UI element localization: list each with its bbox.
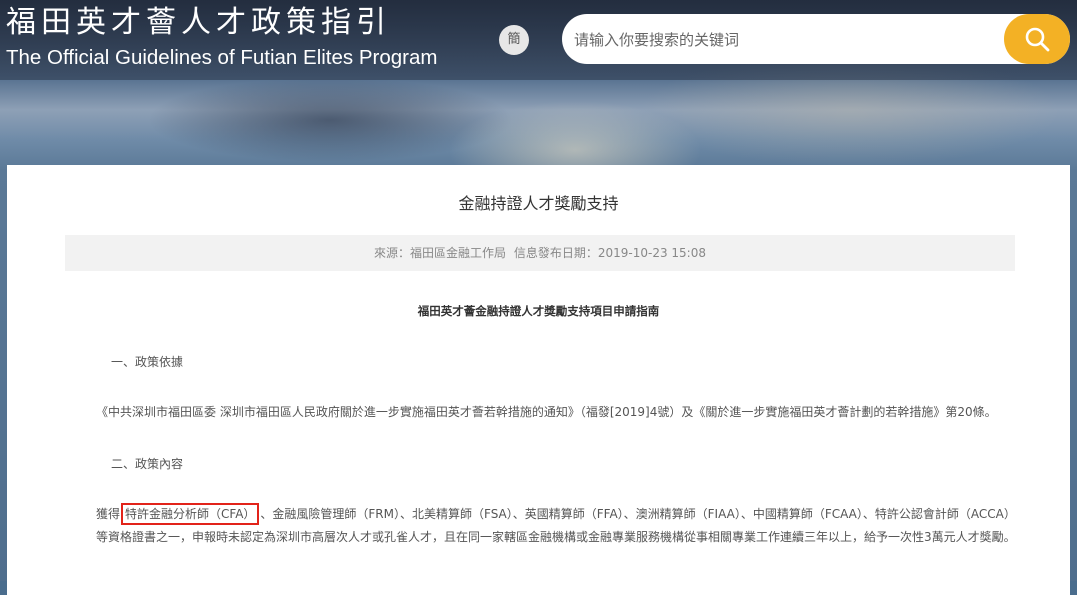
site-header: 福田英才薈人才政策指引 The Official Guidelines of F…	[0, 0, 1077, 80]
heading-policy-basis: 一、政策依據	[111, 355, 184, 369]
article-source: 來源：福田區金融工作局	[374, 246, 507, 260]
language-toggle-button[interactable]: 簡	[499, 25, 529, 55]
site-title-english[interactable]: The Official Guidelines of Futian Elites…	[6, 45, 437, 71]
policy-content-text: 獲得 特許金融分析師（CFA） 、金融風險管理師（FRM）、北美精算師（FSA）、英…	[96, 503, 1016, 549]
cfa-highlight-box: 特許金融分析師（CFA）	[121, 503, 260, 525]
search-input[interactable]	[572, 23, 996, 57]
policy-basis-text: 《中共深圳市福田區委 深圳市福田區人民政府關於進一步實施福田英才薈若幹措施的通知…	[96, 405, 997, 419]
search-box	[562, 14, 1070, 64]
article-meta-bar: 來源：福田區金融工作局 信息發布日期：2019-10-23 15:08	[65, 235, 1015, 271]
guide-section-title: 福田英才薈金融持證人才獎勵支持項目申請指南	[417, 304, 660, 318]
heading-policy-content: 二、政策內容	[111, 457, 184, 471]
search-button[interactable]	[1004, 14, 1070, 64]
site-title-chinese[interactable]: 福田英才薈人才政策指引	[6, 5, 391, 41]
search-icon	[1025, 27, 1050, 52]
article-publish-date: 信息發布日期：2019-10-23 15:08	[513, 246, 706, 260]
article-title: 金融持證人才獎勵支持	[458, 194, 619, 213]
content-prefix: 獲得	[96, 507, 121, 521]
article-card: 金融持證人才獎勵支持 來源：福田區金融工作局 信息發布日期：2019-10-23…	[7, 165, 1070, 595]
